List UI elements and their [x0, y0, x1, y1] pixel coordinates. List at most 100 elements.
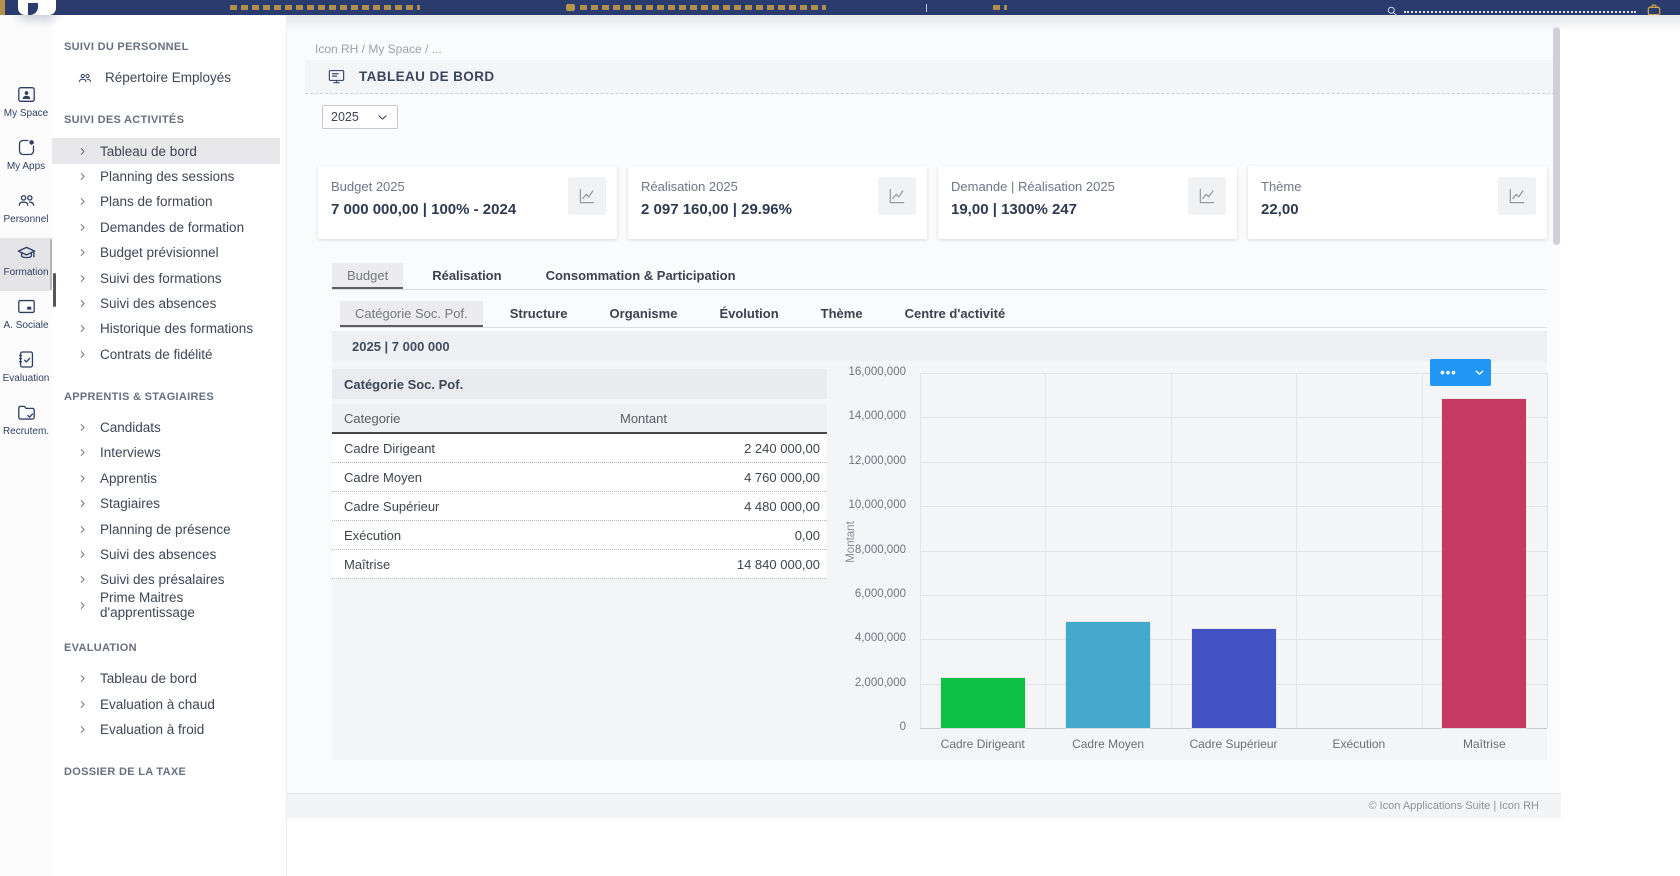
navbar-gold-edge — [0, 0, 5, 15]
rail-item-recrutem[interactable]: Recrutem. — [0, 397, 52, 450]
chart-line-icon — [887, 186, 907, 206]
sidebar-item-budget-previsionnel[interactable]: Budget prévisionnel — [52, 240, 280, 265]
gridline-vertical — [1421, 373, 1423, 728]
sidebar-item-repertoire-employes[interactable]: Répertoire Employés — [52, 65, 280, 90]
sidebar-item-label: Candidats — [100, 420, 161, 436]
footer-copyright: © Icon Applications Suite | Icon RH — [1368, 800, 1539, 812]
bar-cadre-dirigeant[interactable] — [940, 678, 1025, 728]
sidebar-item-stagiaires[interactable]: Stagiaires — [52, 491, 280, 516]
sidebar-section-title: DOSSIER DE LA TAXE — [64, 766, 187, 779]
rail-item-my-space[interactable]: My Space — [0, 79, 52, 132]
bar-maitrise[interactable] — [1442, 398, 1527, 728]
table-row-maitrise: Maîtrise 14 840 000,00 — [332, 550, 827, 579]
sidebar-item-planning-des-sessions[interactable]: Planning des sessions — [52, 164, 280, 189]
table-cell-amount: 2 240 000,00 — [744, 440, 820, 456]
subtab-organisme[interactable]: Organisme — [595, 301, 693, 327]
sidebar-item-evaluation-a-froid[interactable]: Evaluation à froid — [52, 717, 280, 742]
rail-item-personnel[interactable]: Personnel — [0, 185, 52, 238]
x-category-label: Exécution — [1332, 737, 1386, 751]
tab-realisation[interactable]: Réalisation — [417, 263, 516, 289]
sidebar-item-suivi-des-absences[interactable]: Suivi des absences — [52, 291, 280, 316]
table-row-cadre-dirigeant: Cadre Dirigeant 2 240 000,00 — [332, 434, 827, 463]
gridline-vertical — [1296, 373, 1298, 728]
subtab-structure[interactable]: Structure — [495, 301, 583, 327]
kpi-card-budget-2025: Budget 2025 7 000 000,00 | 100% - 2024 — [318, 166, 617, 239]
sidebar-section-title: SUIVI DU PERSONNEL — [64, 41, 189, 53]
sidebar-item-contrats-de-fidelite[interactable]: Contrats de fidélité — [52, 342, 280, 367]
sidebar-item-historique-des-formations[interactable]: Historique des formations — [52, 316, 280, 341]
subtab-evolution[interactable]: Évolution — [704, 301, 793, 327]
card-chart-button[interactable] — [1498, 177, 1536, 215]
sidebar-item-tableau-de-bord[interactable]: Tableau de bord — [52, 666, 280, 691]
folder-check-icon — [16, 402, 37, 423]
dashboard-screen-icon — [327, 67, 346, 86]
table-cell-amount: 14 840 000,00 — [736, 556, 820, 572]
table-cell-category: Cadre Supérieur — [344, 498, 440, 514]
rail-item-evaluation[interactable]: Evaluation — [0, 344, 52, 397]
chevron-right-icon — [77, 549, 88, 560]
table-row-cadre-superieur: Cadre Supérieur 4 480 000,00 — [332, 492, 827, 521]
sidebar-item-suivi-des-presalaires[interactable]: Suivi des présalaires — [52, 567, 280, 592]
x-category-label: Maîtrise — [1462, 737, 1506, 751]
sidebar-item-plans-de-formation[interactable]: Plans de formation — [52, 189, 280, 214]
vertical-scrollbar[interactable] — [1553, 27, 1560, 245]
chevron-right-icon — [77, 171, 88, 182]
breadcrumb[interactable]: Icon RH / My Space / ... — [315, 42, 442, 56]
topbar-search-input[interactable] — [1404, 3, 1636, 13]
menu-chevron-button[interactable] — [1467, 366, 1491, 379]
card-chart-button[interactable] — [878, 177, 916, 215]
rail-item-label: Formation — [3, 267, 49, 278]
y-tick-label: 6,000,000 — [854, 587, 906, 600]
sidebar-item-suivi-des-formations[interactable]: Suivi des formations — [52, 265, 280, 290]
subtabs-row: Catégorie Soc. Pof. Structure Organisme Évo… — [340, 301, 1020, 327]
bar-cadre-superieur[interactable] — [1191, 628, 1276, 728]
people-icon — [77, 70, 93, 86]
sidebar-item-evaluation-a-chaud[interactable]: Evaluation à chaud — [52, 691, 280, 716]
briefcase-icon[interactable] — [1646, 2, 1662, 15]
chevron-right-icon — [77, 699, 88, 710]
card-chart-button[interactable] — [1188, 177, 1226, 215]
sidebar-item-apprentis[interactable]: Apprentis — [52, 466, 280, 491]
sidebar-item-prime-maitres-d-apprentissage[interactable]: Prime Maitres d'apprentissage — [52, 590, 280, 620]
gridline-vertical — [1045, 373, 1047, 728]
sidebar-item-label: Suivi des présalaires — [100, 572, 225, 588]
sidebar-item-suivi-des-absences[interactable]: Suivi des absences — [52, 542, 280, 567]
table-cell-amount: 0,00 — [794, 527, 820, 543]
rail-item-a-sociale[interactable]: A. Sociale — [0, 291, 52, 344]
subtab-theme[interactable]: Thème — [806, 301, 878, 327]
card-chart-button[interactable] — [568, 177, 606, 215]
card-icon — [16, 296, 37, 317]
sidebar-item-candidats[interactable]: Candidats — [52, 415, 280, 440]
x-category-label: Cadre Supérieur — [1189, 737, 1278, 751]
bar-cadre-moyen[interactable] — [1066, 622, 1151, 728]
table-title: Catégorie Soc. Pof. — [332, 369, 827, 399]
sidebar: SUIVI DU PERSONNEL Répertoire Employés SUI… — [52, 15, 287, 876]
subtab-centre-d-activite[interactable]: Centre d'activité — [890, 301, 1021, 327]
sidebar-item-interviews[interactable]: Interviews — [52, 440, 280, 465]
rail-item-my-apps[interactable]: My Apps — [0, 132, 52, 185]
app-logo[interactable] — [18, 0, 56, 15]
tab-budget[interactable]: Budget — [332, 263, 404, 289]
tab-consommation-participation[interactable]: Consommation & Participation — [531, 263, 751, 289]
sidebar-item-demandes-de-formation[interactable]: Demandes de formation — [52, 215, 280, 240]
kpi-card-demande-realisation-2025: Demande | Réalisation 2025 19,00 | 1300% … — [938, 166, 1237, 239]
y-tick-label: 14,000,000 — [848, 410, 906, 423]
search-icon[interactable] — [1386, 4, 1398, 16]
column-header-montant: Montant — [620, 410, 667, 426]
chevron-right-icon — [77, 273, 88, 284]
table-row-cadre-moyen: Cadre Moyen 4 760 000,00 — [332, 463, 827, 492]
sidebar-item-tableau-de-bord[interactable]: Tableau de bord — [52, 138, 280, 164]
x-category-label: Cadre Dirigeant — [940, 737, 1025, 751]
column-header-categorie: Categorie — [344, 410, 401, 426]
checklist-icon — [16, 349, 37, 370]
apps-icon — [16, 137, 37, 158]
subtab-categorie-soc-pof[interactable]: Catégorie Soc. Pof. — [340, 301, 483, 327]
sidebar-item-planning-de-presence[interactable]: Planning de présence — [52, 516, 280, 541]
sidebar-item-label: Budget prévisionnel — [100, 245, 219, 261]
year-select[interactable]: 2025 — [322, 105, 398, 129]
chevron-right-icon — [77, 673, 88, 684]
rail-item-label: Recrutem. — [2, 426, 50, 437]
sidebar-section-title: SUIVI DES ACTIVITÉS — [64, 114, 185, 127]
rail-item-formation[interactable]: Formation — [0, 238, 53, 291]
more-options-button[interactable]: ••• — [1430, 363, 1467, 383]
